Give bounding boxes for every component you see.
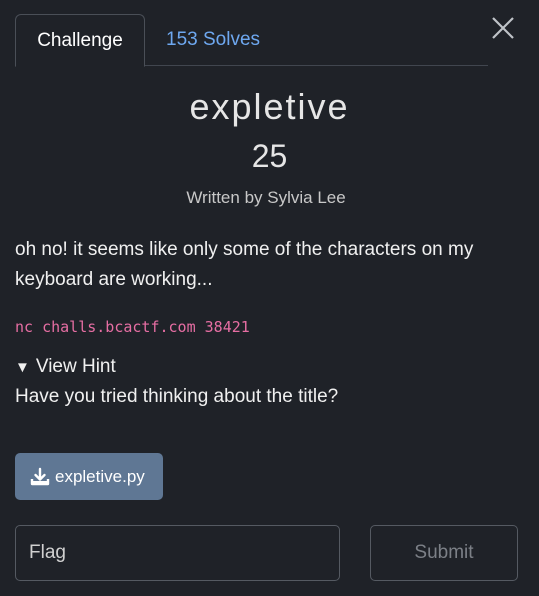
- triangle-down-icon: ▼: [15, 359, 30, 376]
- download-icon: [30, 467, 50, 485]
- submit-button[interactable]: Submit: [370, 525, 518, 581]
- file-label: expletive.py: [55, 466, 145, 486]
- flag-input[interactable]: [15, 525, 340, 581]
- challenge-points: 25: [251, 138, 288, 174]
- challenge-description: oh no! it seems like only some of the ch…: [15, 239, 474, 290]
- close-icon[interactable]: [491, 16, 515, 40]
- hint-text: Have you tried thinking about the title?: [15, 386, 339, 407]
- tab-challenge[interactable]: Challenge: [15, 14, 145, 67]
- challenge-title: expletive: [189, 86, 350, 127]
- tab-solves[interactable]: 153 Solves: [166, 14, 260, 66]
- download-file-button[interactable]: expletive.py: [15, 453, 163, 500]
- connection-command: nc challs.bcactf.com 38421: [15, 318, 250, 336]
- view-hint-label: View Hint: [35, 356, 116, 377]
- view-hint-toggle[interactable]: ▼ View Hint: [15, 356, 116, 378]
- tab-bar: Challenge 153 Solves: [15, 14, 488, 67]
- challenge-modal: Challenge 153 Solves expletive 25 Writte…: [0, 0, 539, 596]
- challenge-author: Written by Sylvia Lee: [186, 188, 346, 207]
